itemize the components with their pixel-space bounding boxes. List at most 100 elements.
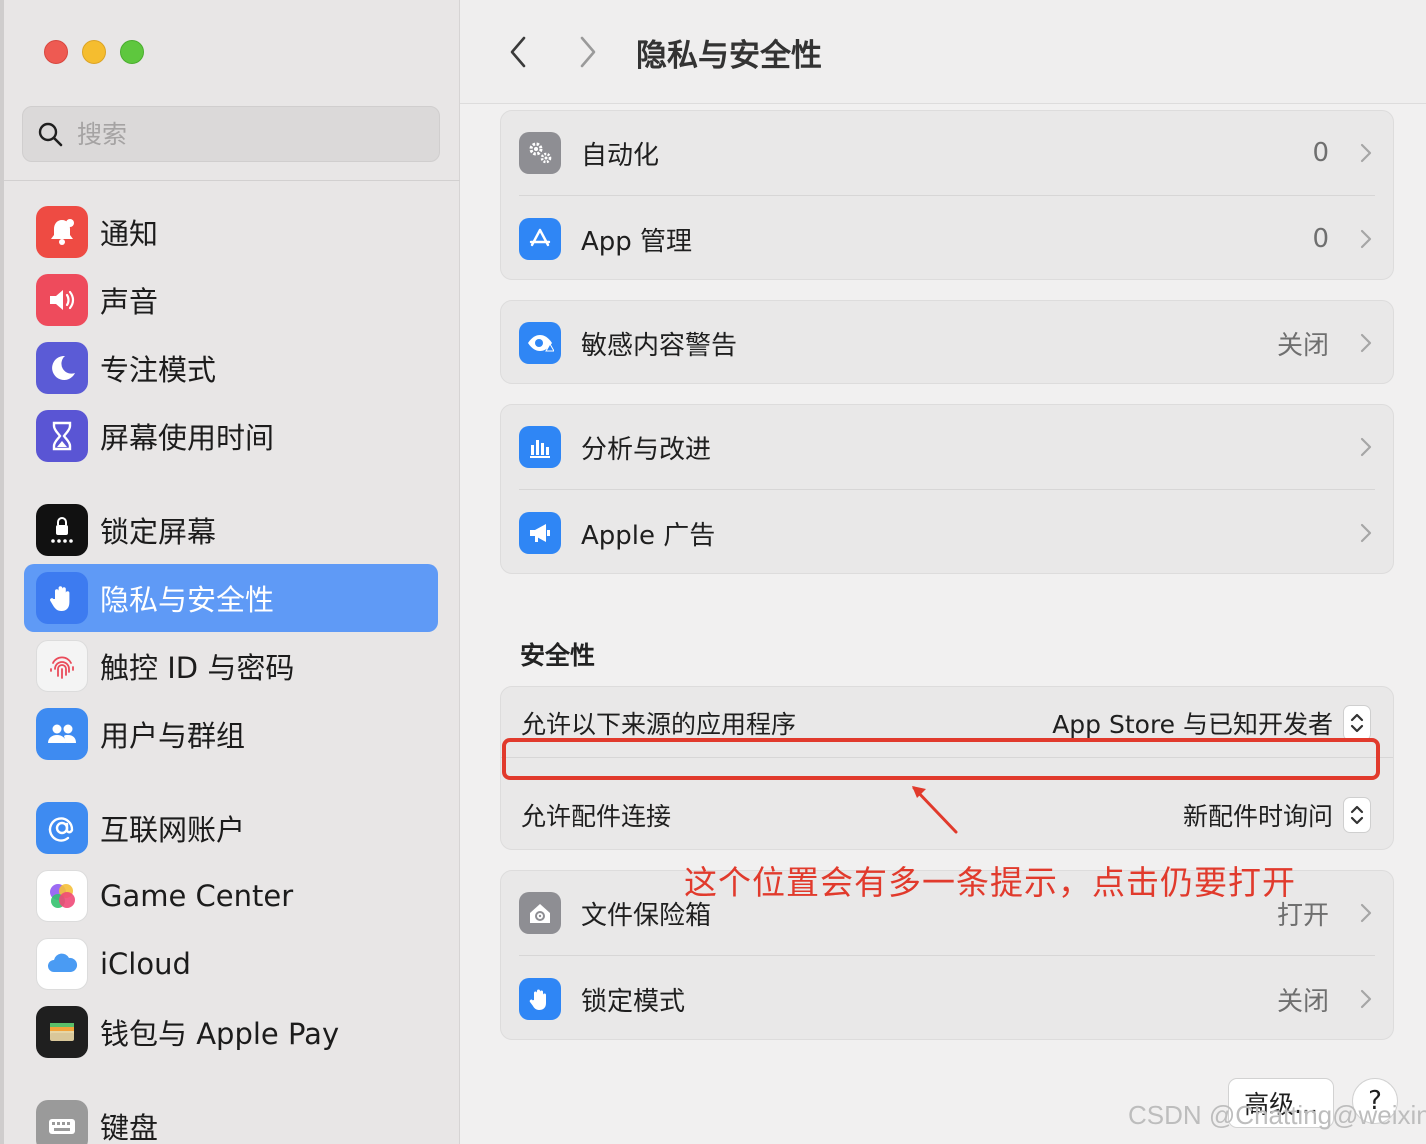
sidebar: 通知 声音 专注模式 屏幕使用时间 锁定屏幕 [0,0,460,1144]
toolbar: 隐私与安全性 [460,0,1426,104]
bar-chart-icon [519,426,561,468]
row-divider [519,195,1375,196]
page-title: 隐私与安全性 [636,38,822,74]
app-store-icon [519,218,561,260]
chevron-right-icon [1360,989,1372,1009]
sidebar-item-focus[interactable]: 专注模式 [24,334,438,402]
sidebar-item-sound[interactable]: 声音 [24,266,438,334]
megaphone-icon [519,512,561,554]
sidebar-item-label: Game Center [100,879,294,913]
main-content: 隐私与安全性 自动化 0 App 管理 0 敏感内容警告 关闭 分析与改进 Ap… [460,0,1426,1144]
sidebar-item-label: 通知 [100,217,159,251]
zoom-window-button[interactable] [120,40,144,64]
row-value: 关闭 [1276,330,1329,361]
sidebar-item-wallet[interactable]: 钱包与 Apple Pay [24,998,438,1066]
sidebar-item-label: 键盘 [100,1111,159,1144]
annotation-text: 这个位置会有多一条提示，点击仍要打开 [684,863,1296,902]
sidebar-item-label: 钱包与 Apple Pay [100,1017,340,1051]
sidebar-item-users-groups[interactable]: 用户与群组 [24,700,438,768]
section-title-security: 安全性 [520,641,596,670]
up-down-chevron-icon [1343,705,1371,741]
popup-value: App Store 与已知开发者 [1052,710,1333,739]
sidebar-item-icloud[interactable]: iCloud [24,930,438,998]
sidebar-item-internet-accounts[interactable]: 互联网账户 [24,794,438,862]
settings-group-analytics: 分析与改进 Apple 广告 [500,404,1394,574]
sidebar-item-touch-id[interactable]: 触控 ID 与密码 [24,632,438,700]
eye-warning-icon [519,322,561,364]
allow-apps-popup[interactable]: App Store 与已知开发者 [1052,705,1371,741]
hand-icon [36,572,88,624]
sidebar-item-keyboard[interactable]: 键盘 [24,1092,438,1144]
chevron-left-icon [510,36,526,68]
accessories-popup[interactable]: 新配件时询问 [1183,797,1371,833]
sidebar-divider [4,180,460,181]
hand-icon [519,978,561,1020]
annotation-arrow-icon [912,786,958,834]
users-icon [36,708,88,760]
row-sensitive-content-warning[interactable]: 敏感内容警告 关闭 [501,301,1393,385]
row-label: 敏感内容警告 [581,330,738,361]
row-label: 允许以下来源的应用程序 [521,710,797,739]
gears-icon [519,132,561,174]
settings-group-sensitive-content: 敏感内容警告 关闭 [500,300,1394,384]
row-analytics-improvements[interactable]: 分析与改进 [501,405,1393,489]
row-apple-advertising[interactable]: Apple 广告 [501,491,1393,575]
row-value: 0 [1312,224,1329,254]
sidebar-item-label: iCloud [100,947,191,981]
chevron-right-icon [1360,143,1372,163]
row-app-management[interactable]: App 管理 0 [501,197,1393,281]
house-lock-icon [519,892,561,934]
row-label: 锁定模式 [581,986,686,1017]
row-value: 关闭 [1276,986,1329,1017]
row-value: 0 [1312,138,1329,168]
speaker-icon [36,274,88,326]
fingerprint-icon [36,640,88,692]
sidebar-item-label: 屏幕使用时间 [100,421,275,455]
minimize-window-button[interactable] [82,40,106,64]
row-divider [519,955,1375,956]
chevron-right-icon [1360,437,1372,457]
row-divider [519,489,1375,490]
sidebar-item-label: 锁定屏幕 [100,515,217,549]
sidebar-item-screen-time[interactable]: 屏幕使用时间 [24,402,438,470]
sidebar-item-label: 触控 ID 与密码 [100,651,295,685]
row-label: 允许配件连接 [521,802,672,831]
sidebar-item-lock-screen[interactable]: 锁定屏幕 [24,496,438,564]
game-center-icon [36,870,88,922]
bell-icon [36,206,88,258]
cloud-icon [36,938,88,990]
row-lockdown-mode[interactable]: 锁定模式 关闭 [501,957,1393,1041]
chevron-right-icon [1360,333,1372,353]
row-label: App 管理 [581,226,693,257]
annotation-highlight-box [502,738,1380,780]
search-icon [38,122,63,147]
chevron-right-icon [1360,229,1372,249]
at-icon [36,802,88,854]
forward-button[interactable] [568,30,608,74]
row-label: 自动化 [581,140,660,171]
sidebar-item-label: 隐私与安全性 [100,583,275,617]
lock-screen-icon [36,504,88,556]
keyboard-icon [36,1100,88,1144]
watermark: CSDN @Chatting@weixin [1128,1100,1426,1130]
sidebar-item-label: 声音 [100,285,159,319]
sidebar-item-notifications[interactable]: 通知 [24,198,438,266]
window-controls [44,40,144,64]
row-automation[interactable]: 自动化 0 [501,111,1393,195]
row-label: Apple 广告 [581,520,716,551]
sidebar-item-label: 用户与群组 [100,719,246,753]
sidebar-item-privacy-security[interactable]: 隐私与安全性 [24,564,438,632]
sidebar-item-label: 专注模式 [100,353,217,387]
chevron-right-icon [1360,523,1372,543]
search-field[interactable] [22,106,440,162]
close-window-button[interactable] [44,40,68,64]
row-label: 分析与改进 [581,434,712,465]
moon-icon [36,342,88,394]
settings-group-automation: 自动化 0 App 管理 0 [500,110,1394,280]
up-down-chevron-icon [1343,797,1371,833]
back-button[interactable] [498,30,538,74]
sidebar-item-label: 互联网账户 [100,813,246,847]
wallet-icon [36,1006,88,1058]
search-input[interactable] [77,119,397,149]
sidebar-item-game-center[interactable]: Game Center [24,862,438,930]
